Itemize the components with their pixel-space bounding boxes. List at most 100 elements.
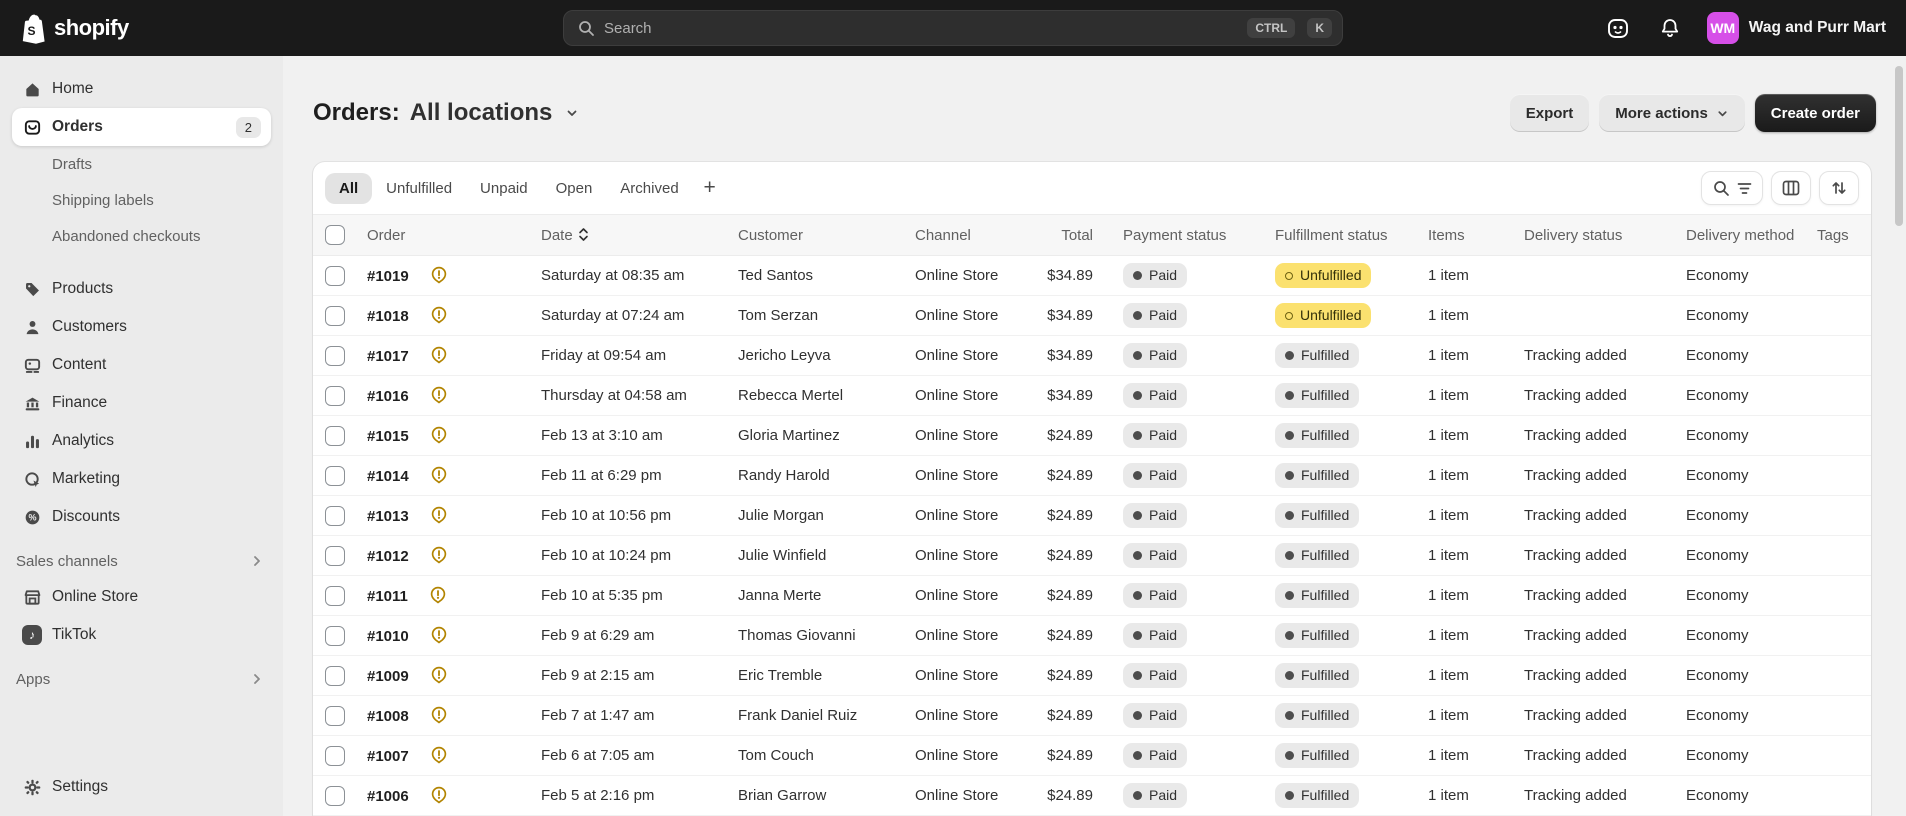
column-header-order[interactable]: Order [357,227,531,244]
column-header-date[interactable]: Date [531,227,728,244]
fulfillment-status-badge: Fulfilled [1275,383,1360,408]
table-row[interactable]: #1017 Friday at 09:54 am Jericho Leyva O… [313,336,1871,376]
export-button[interactable]: Export [1509,94,1590,132]
table-row[interactable]: #1016 Thursday at 04:58 am Rebecca Merte… [313,376,1871,416]
edit-columns-button[interactable] [1771,171,1811,205]
column-header-delivery-status[interactable]: Delivery status [1514,227,1676,244]
sidebar-item-drafts[interactable]: Drafts [12,146,271,182]
apps-section[interactable]: Apps [12,662,271,696]
shopify-logo[interactable]: S shopify [20,13,129,44]
row-checkbox[interactable] [325,665,345,686]
location-filter-dropdown[interactable]: Orders: All locations [313,99,582,127]
sidekick-icon[interactable] [1603,13,1633,43]
global-search[interactable]: CTRL K [563,10,1343,46]
order-number-link[interactable]: #1016 [367,388,409,405]
row-checkbox[interactable] [325,305,345,326]
page-scrollbar[interactable] [1895,66,1903,226]
row-checkbox[interactable] [325,585,345,606]
row-checkbox[interactable] [325,345,345,366]
table-row[interactable]: #1008 Feb 7 at 1:47 am Frank Daniel Ruiz… [313,696,1871,736]
tab-archived[interactable]: Archived [606,173,692,204]
tab-all[interactable]: All [325,172,373,204]
sidebar-item-discounts[interactable]: % Discounts [12,498,271,536]
row-checkbox[interactable] [325,505,345,526]
table-row[interactable]: #1019 Saturday at 08:35 am Ted Santos On… [313,256,1871,296]
row-checkbox[interactable] [325,745,345,766]
create-order-button[interactable]: Create order [1754,94,1876,132]
column-header-channel[interactable]: Channel [905,227,1023,244]
select-all-checkbox[interactable] [325,225,345,245]
table-row[interactable]: #1009 Feb 9 at 2:15 am Eric Tremble Onli… [313,656,1871,696]
fulfillment-status-badge: Fulfilled [1275,623,1360,648]
row-checkbox[interactable] [325,705,345,726]
order-number-link[interactable]: #1013 [367,508,409,525]
sidebar-item-settings[interactable]: Settings [12,768,271,806]
store-account-menu[interactable]: WM Wag and Purr Mart [1706,12,1886,44]
order-total: $34.89 [1047,387,1093,404]
column-header-customer[interactable]: Customer [728,227,905,244]
sidebar-item-tiktok[interactable]: ♪ TikTok [12,616,271,654]
sidebar-item-customers[interactable]: Customers [12,308,271,346]
table-row[interactable]: #1006 Feb 5 at 2:16 pm Brian Garrow Onli… [313,776,1871,816]
column-header-items[interactable]: Items [1418,227,1514,244]
search-input[interactable] [604,19,1240,37]
row-checkbox[interactable] [325,425,345,446]
row-checkbox[interactable] [325,785,345,806]
add-view-button[interactable]: + [693,171,727,205]
sales-channels-section[interactable]: Sales channels [12,544,271,578]
tab-unfulfilled[interactable]: Unfulfilled [372,173,466,204]
sidebar-item-products[interactable]: Products [12,270,271,308]
order-number-link[interactable]: #1015 [367,428,409,445]
sidebar-item-online-store[interactable]: Online Store [12,578,271,616]
column-header-payment-status[interactable]: Payment status [1095,227,1265,244]
order-number-link[interactable]: #1012 [367,548,409,565]
row-checkbox[interactable] [325,625,345,646]
order-number-link[interactable]: #1008 [367,708,409,725]
row-checkbox[interactable] [325,545,345,566]
order-number-link[interactable]: #1007 [367,748,409,765]
main-content: Orders: All locations Export More action… [283,56,1906,816]
row-checkbox[interactable] [325,265,345,286]
table-row[interactable]: #1018 Saturday at 07:24 am Tom Serzan On… [313,296,1871,336]
table-row[interactable]: #1010 Feb 9 at 6:29 am Thomas Giovanni O… [313,616,1871,656]
table-row[interactable]: #1013 Feb 10 at 10:56 pm Julie Morgan On… [313,496,1871,536]
warning-icon [431,306,447,324]
table-row[interactable]: #1007 Feb 6 at 7:05 am Tom Couch Online … [313,736,1871,776]
sidebar-item-shipping-labels[interactable]: Shipping labels [12,182,271,218]
table-row[interactable]: #1012 Feb 10 at 10:24 pm Julie Winfield … [313,536,1871,576]
column-header-tags[interactable]: Tags [1807,227,1871,244]
order-number-link[interactable]: #1019 [367,268,409,285]
sort-button[interactable] [1819,171,1859,205]
sidebar-item-orders[interactable]: Orders 2 [12,108,271,146]
sidebar-item-content[interactable]: Content [12,346,271,384]
more-actions-button[interactable]: More actions [1599,94,1745,132]
order-number-link[interactable]: #1010 [367,628,409,645]
row-checkbox[interactable] [325,385,345,406]
sidebar-item-finance[interactable]: Finance [12,384,271,422]
sidebar-item-home[interactable]: Home [12,70,271,108]
notifications-bell-icon[interactable] [1655,13,1685,43]
sidebar-item-abandoned-checkouts[interactable]: Abandoned checkouts [12,218,271,254]
order-number-link[interactable]: #1011 [367,588,408,605]
table-row[interactable]: #1014 Feb 11 at 6:29 pm Randy Harold Onl… [313,456,1871,496]
sidebar-item-analytics[interactable]: Analytics [12,422,271,460]
sidebar-item-label: Settings [52,778,109,795]
table-row[interactable]: #1011 Feb 10 at 5:35 pm Janna Merte Onli… [313,576,1871,616]
column-header-total[interactable]: Total [1023,227,1095,244]
column-header-fulfillment-status[interactable]: Fulfillment status [1265,227,1418,244]
sidebar-item-marketing[interactable]: Marketing [12,460,271,498]
tab-open[interactable]: Open [542,173,607,204]
order-number-link[interactable]: #1017 [367,348,409,365]
row-checkbox[interactable] [325,465,345,486]
sidebar-item-label: Customers [52,318,127,335]
order-customer: Julie Winfield [738,547,827,564]
search-and-filter-button[interactable] [1701,171,1763,205]
order-customer: Tom Serzan [738,307,819,324]
order-number-link[interactable]: #1018 [367,308,409,325]
order-number-link[interactable]: #1009 [367,668,409,685]
column-header-delivery-method[interactable]: Delivery method [1676,227,1807,244]
order-number-link[interactable]: #1006 [367,788,409,805]
table-row[interactable]: #1015 Feb 13 at 3:10 am Gloria Martinez … [313,416,1871,456]
tab-unpaid[interactable]: Unpaid [466,173,542,204]
order-number-link[interactable]: #1014 [367,468,409,485]
